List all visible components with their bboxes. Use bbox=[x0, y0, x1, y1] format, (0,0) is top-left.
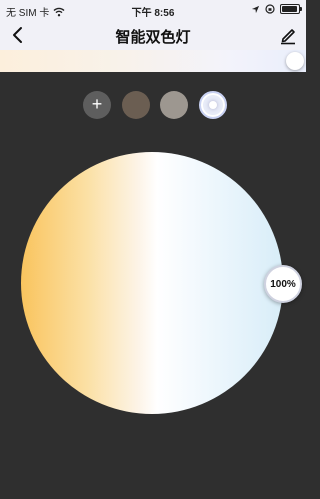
brightness-handle[interactable]: 100% bbox=[264, 265, 302, 303]
brightness-value: 100% bbox=[270, 278, 296, 290]
status-bar: 无 SIM 卡 下午 8:56 bbox=[0, 0, 306, 20]
selected-indicator bbox=[209, 101, 217, 109]
edit-button[interactable] bbox=[278, 25, 298, 45]
preset-swatch-cool-selected[interactable] bbox=[199, 91, 227, 119]
preset-swatch-warm-gray[interactable] bbox=[160, 91, 188, 119]
color-temperature-strip[interactable] bbox=[0, 50, 306, 72]
preset-swatches: + bbox=[0, 91, 306, 121]
add-preset-button[interactable]: + bbox=[83, 91, 111, 119]
status-right bbox=[251, 4, 302, 14]
color-temperature-wheel[interactable] bbox=[21, 152, 283, 414]
preset-swatch-dark-warm[interactable] bbox=[122, 91, 150, 119]
orientation-lock-icon bbox=[265, 4, 275, 14]
location-arrow-icon bbox=[251, 5, 260, 13]
pencil-icon bbox=[281, 29, 295, 45]
battery-icon bbox=[280, 4, 302, 14]
strip-slider-knob[interactable] bbox=[286, 52, 304, 70]
navigation-header: 智能双色灯 bbox=[0, 20, 306, 50]
page-title: 智能双色灯 bbox=[115, 29, 191, 46]
